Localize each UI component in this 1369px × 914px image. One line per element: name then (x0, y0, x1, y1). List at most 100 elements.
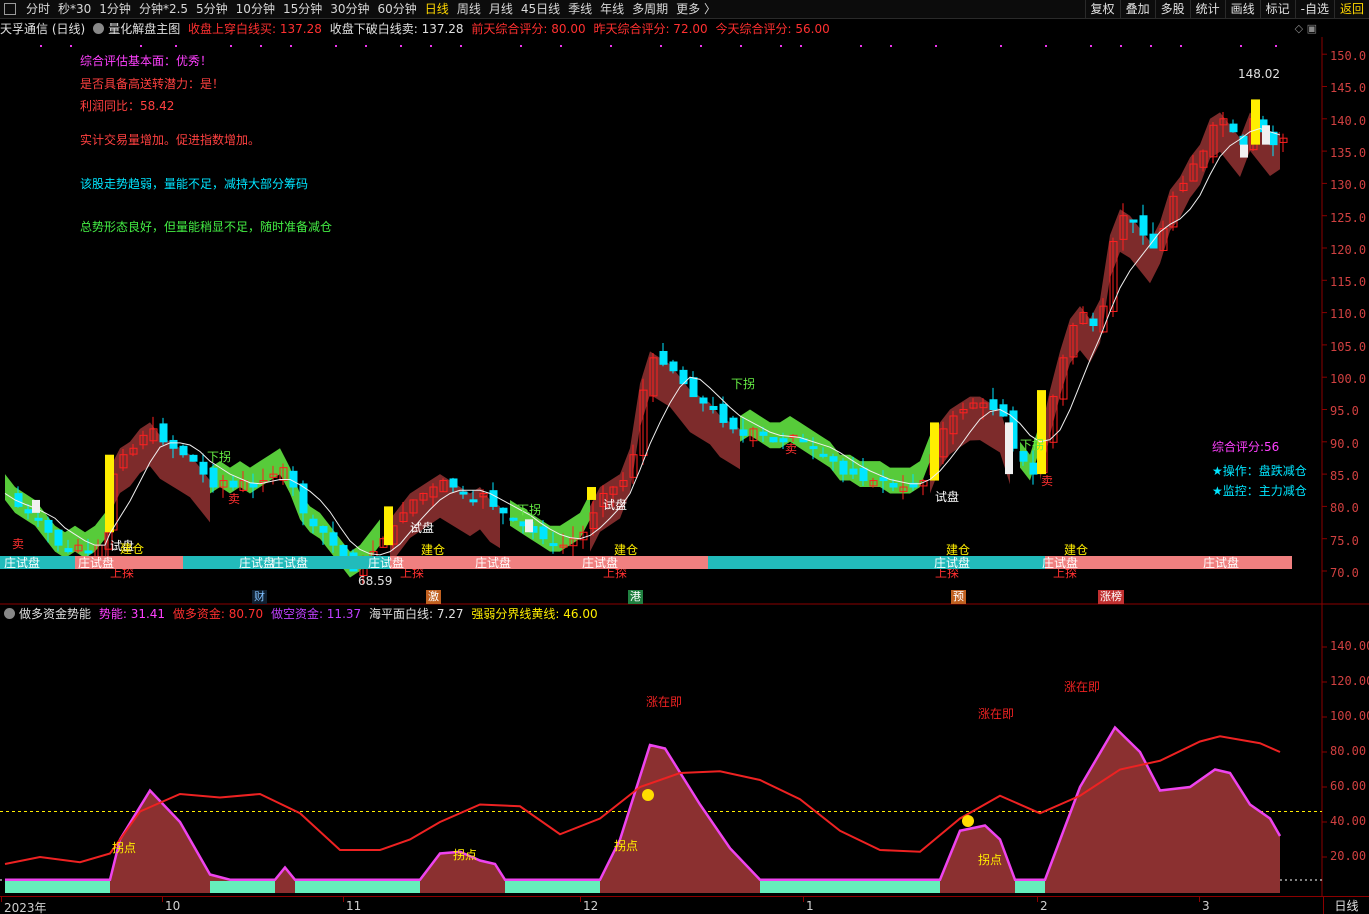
price-tick-label: 80.0 (1330, 501, 1359, 516)
stripe-segment (390, 556, 708, 569)
label-xiaguai: 下拐 (517, 502, 541, 517)
brown-band (1040, 112, 1280, 481)
short-fund-block (210, 881, 275, 893)
price-tick-label: 125.0 (1330, 210, 1367, 225)
yellow-signal-candle (1037, 390, 1046, 475)
white-candle (32, 499, 40, 513)
time-tick (1, 897, 2, 902)
candle-body (699, 397, 708, 404)
candle-body (989, 399, 998, 410)
candle-body (709, 405, 718, 411)
candle-body (24, 509, 33, 514)
candle-body (659, 350, 668, 365)
time-tick-label: 3 (1202, 899, 1210, 913)
label-guaidian: 拐点 (978, 852, 1002, 867)
label-zhuangshipan: 庄试盘 (4, 555, 40, 570)
indicator-title[interactable]: 做多资金势能 (19, 607, 91, 621)
candle-body (54, 529, 63, 546)
signal-dot (740, 45, 742, 47)
label-jiancang: 建仓 (421, 543, 445, 557)
label-shipan: 试盘 (603, 497, 627, 512)
badge-hk[interactable]: 港 (628, 590, 643, 604)
label-zhuangshipan: 庄试盘 (475, 555, 511, 570)
candle-body (189, 454, 198, 462)
signal-dot (560, 45, 562, 47)
label-mai: 卖 (1041, 474, 1053, 488)
time-tick-label: 12 (583, 899, 599, 913)
label-mai: 卖 (228, 492, 240, 506)
white-candle (1240, 144, 1248, 158)
signal-dot (660, 45, 662, 47)
fundamental-text: 综合评估基本面：优秀！ (80, 54, 213, 68)
indicator-tick-label: 80.00 (1330, 744, 1367, 758)
candle-body (1089, 318, 1098, 327)
time-tick-label: 1 (806, 899, 814, 913)
time-tick (1199, 897, 1200, 902)
operation-label: ★操作：盘跌减仓 (1212, 464, 1307, 478)
volume-text: 实计交易量增加。促进指数增加。 (80, 133, 261, 147)
candle-body (319, 526, 328, 533)
yellow-signal-candle (930, 422, 939, 481)
monitor-label: ★监控：主力减仓 (1212, 484, 1307, 498)
label-zaiji: 涨在即 (1064, 679, 1100, 694)
label-zaiji: 涨在即 (646, 694, 682, 709)
candle-body (84, 550, 93, 554)
energy-value: 势能: 31.41 (98, 607, 166, 621)
signal-dot (175, 45, 177, 47)
collapse-indicator-icon[interactable] (4, 608, 15, 619)
badge-limit-up[interactable]: 涨榜 (1098, 590, 1124, 604)
yellow-signal-candle (105, 454, 114, 533)
candle-body (1029, 462, 1038, 475)
candle-body (199, 461, 208, 475)
indicator-tick-label: 40.00 (1330, 814, 1367, 828)
label-zhuangshipan: 庄试盘 (272, 555, 308, 570)
stripe-segment (997, 556, 1045, 569)
label-guaidian: 拐点 (453, 847, 477, 862)
indicator-tick-label: 20.00 (1330, 849, 1367, 863)
short-fund-block (295, 881, 420, 893)
signal-dot (290, 45, 292, 47)
indicator-info-bar: 做多资金势能 势能: 31.41 做多资金: 80.70 做空资金: 11.37… (0, 605, 602, 622)
candle-body (729, 417, 738, 430)
profit-yoy-text: 利润同比：58.42 (80, 99, 175, 113)
brown-band (590, 351, 740, 552)
signal-dot (400, 45, 402, 47)
signal-dot (890, 45, 892, 47)
signal-dot (1000, 45, 1002, 47)
candle-body (44, 519, 53, 533)
label-zhuangshipan: 庄试盘 (239, 555, 275, 570)
price-tick-label: 120.0 (1330, 242, 1367, 257)
candle-body (469, 499, 478, 503)
stripe-segment (1045, 556, 1292, 569)
candle-body (159, 423, 168, 443)
candle-body (819, 453, 828, 457)
signal-dot (1180, 45, 1182, 47)
badge-finance[interactable]: 财 (252, 590, 267, 604)
candle-body (829, 456, 838, 462)
price-tick-label: 75.0 (1330, 533, 1359, 548)
label-jiancang: 建仓 (946, 543, 970, 557)
signal-dot (935, 45, 937, 47)
candle-body (1019, 451, 1028, 462)
candle-body (1139, 215, 1148, 236)
pattern-text: 总势形态良好，但量能稍显不足，随时准备减仓 (80, 220, 333, 234)
smiley-icon (962, 815, 974, 827)
candle-body (179, 445, 188, 456)
badge-forecast[interactable]: 预 (951, 590, 966, 604)
signal-dot (460, 45, 462, 47)
label-zhuangshipan: 庄试盘 (934, 555, 970, 570)
signal-dot (1150, 45, 1152, 47)
candle-body (849, 468, 858, 475)
label-xiaguai: 下拐 (731, 376, 755, 391)
signal-dot (140, 45, 142, 47)
signal-dot (1240, 45, 1242, 47)
candle-body (719, 403, 728, 423)
candle-body (809, 446, 818, 450)
candle-body (459, 491, 468, 495)
label-zhuangshipan: 庄试盘 (1042, 555, 1078, 570)
candle-body (309, 518, 318, 527)
indicator-tick-label: 100.00 (1330, 709, 1369, 723)
day-line-button[interactable]: 日线 (1323, 896, 1369, 914)
white-candle (1262, 125, 1270, 145)
badge-jilu[interactable]: 激 (426, 590, 441, 604)
